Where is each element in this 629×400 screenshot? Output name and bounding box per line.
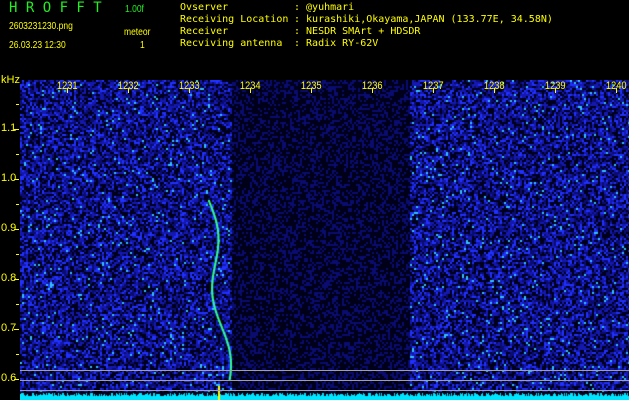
x-tick bbox=[372, 88, 373, 93]
y-tick-label: 1.1 bbox=[1, 122, 17, 134]
x-tick bbox=[311, 88, 312, 93]
y-minor-tick bbox=[16, 304, 19, 305]
info-label: Receiver bbox=[180, 26, 229, 37]
y-axis-unit: kHz bbox=[1, 74, 20, 86]
info-value: : Radix RY-62V bbox=[294, 38, 379, 49]
y-tick bbox=[14, 129, 19, 130]
reference-line bbox=[20, 390, 629, 391]
y-minor-tick bbox=[16, 204, 19, 205]
y-tick-label: 0.8 bbox=[1, 272, 17, 284]
y-minor-tick bbox=[16, 354, 19, 355]
info-label: Receiving Location bbox=[180, 14, 289, 25]
y-tick bbox=[14, 179, 19, 180]
y-tick bbox=[14, 329, 19, 330]
version: 1.00f bbox=[125, 4, 144, 15]
x-tick bbox=[494, 88, 495, 93]
y-tick bbox=[14, 379, 19, 380]
info-value: : NESDR SMArt + HDSDR bbox=[294, 26, 421, 37]
y-minor-tick bbox=[16, 254, 19, 255]
brand-title: H R O F F T bbox=[9, 0, 102, 16]
filename: 2603231230.png bbox=[9, 21, 73, 32]
datetime: 26.03.23 12:30 bbox=[9, 40, 66, 51]
meteor-count: 1 bbox=[140, 40, 145, 51]
x-tick bbox=[128, 88, 129, 93]
info-label: Ovserver bbox=[180, 2, 229, 13]
spectrogram bbox=[20, 80, 629, 400]
y-minor-tick bbox=[16, 154, 19, 155]
y-tick bbox=[14, 279, 19, 280]
y-tick-label: 0.6 bbox=[1, 372, 17, 384]
x-tick bbox=[189, 88, 190, 93]
y-minor-tick bbox=[16, 104, 19, 105]
x-tick bbox=[616, 88, 617, 93]
info-label: Recviving antenna bbox=[180, 38, 283, 49]
y-tick-label: 0.9 bbox=[1, 222, 17, 234]
x-tick bbox=[250, 88, 251, 93]
y-tick-label: 1.0 bbox=[1, 172, 17, 184]
info-value: : @yuhmari bbox=[294, 2, 355, 13]
x-tick bbox=[555, 88, 556, 93]
x-tick bbox=[67, 88, 68, 93]
y-tick bbox=[14, 229, 19, 230]
y-tick-label: 0.7 bbox=[1, 322, 17, 334]
x-tick bbox=[433, 88, 434, 93]
hrofft-spectrogram-window: H R O F F T 1.00f 2603231230.png 26.03.2… bbox=[0, 0, 629, 400]
info-value: : kurashiki,Okayama,JAPAN (133.77E, 34.5… bbox=[294, 14, 553, 25]
reference-line bbox=[20, 370, 629, 371]
meteor-label: meteor bbox=[124, 27, 151, 38]
reference-line bbox=[20, 380, 629, 381]
